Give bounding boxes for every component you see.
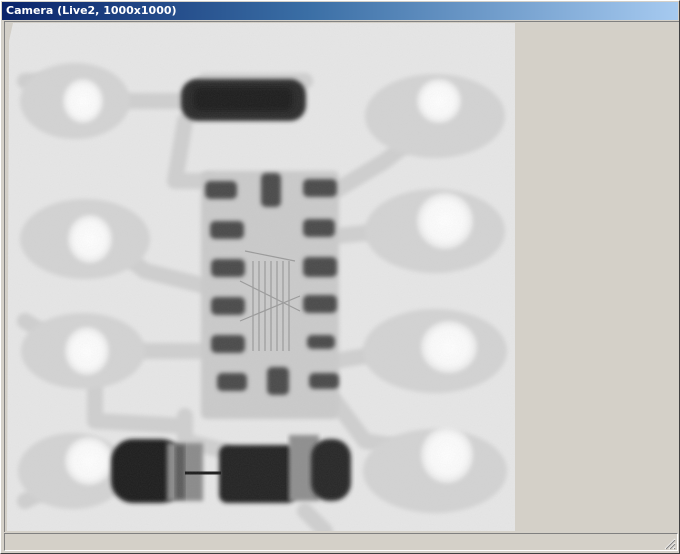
resize-grip-icon[interactable] [664,538,676,550]
camera-window: Camera (Live2, 1000x1000) [0,0,680,554]
status-bar [4,533,678,551]
xray-image[interactable] [5,21,515,531]
window-title[interactable]: Camera (Live2, 1000x1000) [2,2,678,20]
